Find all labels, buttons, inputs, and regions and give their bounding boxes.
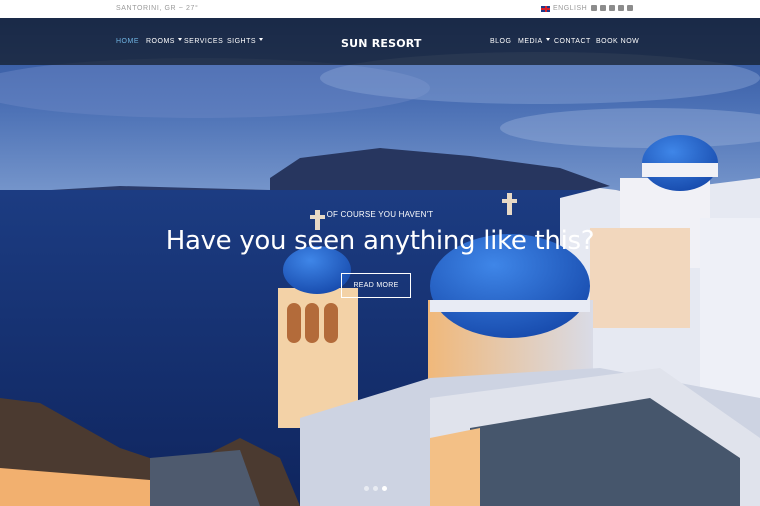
nav-item-label: ROOMS [146, 38, 175, 45]
nav-item-rooms[interactable]: ROOMS [146, 38, 182, 45]
slider-dot[interactable] [364, 486, 369, 491]
uk-flag-icon [541, 5, 550, 12]
linkedin-icon[interactable] [627, 5, 633, 11]
nav-item-label: CONTACT [554, 38, 591, 45]
nav-item-home[interactable]: HOME [116, 38, 139, 45]
nav-item-label: SIGHTS [227, 38, 257, 45]
instagram-icon[interactable] [618, 5, 624, 11]
facebook-icon[interactable] [591, 5, 597, 11]
youtube-icon[interactable] [609, 5, 615, 11]
nav-item-book-now[interactable]: BOOK NOW [596, 38, 639, 45]
site-logo[interactable]: SUN RESORT [341, 37, 422, 50]
caret-down-icon [259, 38, 264, 41]
language-label: ENGLISH [553, 5, 588, 12]
twitter-icon[interactable] [600, 5, 606, 11]
slider-pagination [364, 486, 387, 491]
location-weather: SANTORINI, GR ~ 27° [116, 5, 199, 12]
slider-dot[interactable] [373, 486, 378, 491]
read-more-button[interactable]: READ MORE [341, 273, 411, 298]
nav-item-media[interactable]: MEDIA [518, 38, 550, 45]
nav-item-sights[interactable]: SIGHTS [227, 38, 264, 45]
nav-item-label: MEDIA [518, 38, 543, 45]
nav-item-label: HOME [116, 38, 139, 45]
nav-item-services[interactable]: SERVICES [184, 38, 223, 45]
nav-item-contact[interactable]: CONTACT [554, 38, 591, 45]
top-utility-bar: SANTORINI, GR ~ 27° ENGLISH [0, 0, 760, 18]
language-selector[interactable]: ENGLISH [541, 5, 587, 12]
slider-dot-active[interactable] [382, 486, 387, 491]
hero-eyebrow: OF COURSE YOU HAVEN'T [326, 210, 434, 219]
nav-item-blog[interactable]: BLOG [490, 38, 511, 45]
nav-item-label: BOOK NOW [596, 38, 640, 45]
social-links [591, 5, 633, 11]
nav-item-label: BLOG [490, 38, 512, 45]
caret-down-icon [177, 38, 182, 41]
nav-item-label: SERVICES [184, 38, 224, 45]
hero-headline: Have you seen anything like this? [165, 226, 595, 256]
caret-down-icon [545, 38, 550, 41]
hero-image [0, 18, 760, 506]
